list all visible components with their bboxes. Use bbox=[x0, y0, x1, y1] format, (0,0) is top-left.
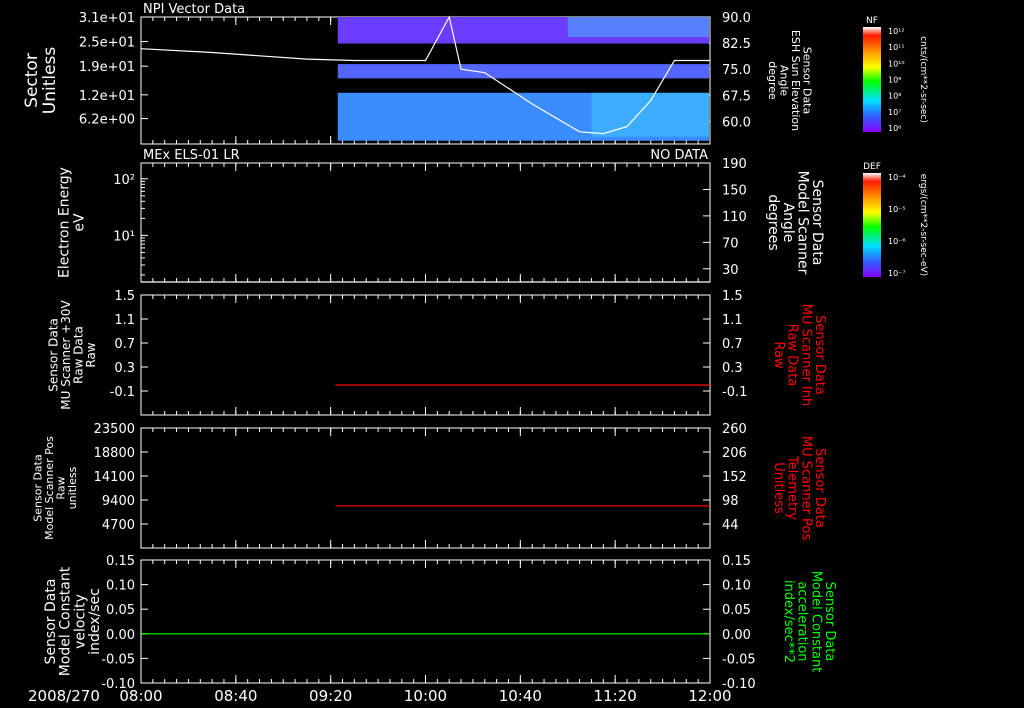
colorbar-1-title: NF bbox=[866, 16, 878, 26]
panel-5-left-tick-label: 0.05 bbox=[106, 603, 135, 618]
panel-1-right-tick-label: 67.5 bbox=[722, 89, 751, 104]
panel-4-right-tick-label: 152 bbox=[722, 470, 747, 485]
colorbar-1-tick-label: 10⁶ bbox=[888, 124, 901, 133]
panel-4-right-tick-label: 98 bbox=[722, 494, 739, 509]
panel-5-left-tick-label: 0.10 bbox=[106, 579, 135, 594]
panel-5-right-tick-label: 0.00 bbox=[722, 628, 751, 643]
panel-2-status: NO DATA bbox=[650, 148, 708, 163]
colorbar-2-tick-label: 10⁻⁵ bbox=[888, 205, 906, 214]
panel-1-left-tick-label: 1.2e+01 bbox=[79, 89, 135, 104]
panel-4-left-tick-label: 23500 bbox=[94, 422, 135, 437]
colorbar-2-tick-label: 10⁻⁷ bbox=[888, 269, 906, 278]
panel-5-left-tick-label: 0.15 bbox=[106, 554, 135, 569]
panel-5-right-tick-label: 0.10 bbox=[722, 579, 751, 594]
panel-2-right-axis-label: Sensor DataModel ScannerAngledegrees bbox=[765, 171, 825, 275]
time-tick-label: 10:40 bbox=[499, 687, 542, 705]
panel-1-right-axis-label: Sensor DataESH Sun ElevationAngledegree bbox=[766, 30, 814, 131]
panel-4-right-tick-label: 260 bbox=[722, 422, 747, 437]
panel-2-right-tick-label: 110 bbox=[722, 210, 747, 225]
panel-4-frame bbox=[140, 427, 711, 549]
panel-5-frame bbox=[140, 559, 711, 684]
panel-3-left-axis-label: Sensor DataMU Scanner +30VRaw DataRaw bbox=[46, 300, 98, 410]
colorbar-2-title: DEF bbox=[863, 162, 881, 172]
time-tick-label: 11:20 bbox=[594, 687, 637, 705]
time-tick-label: 09:20 bbox=[309, 687, 352, 705]
date-label: 2008/270 bbox=[28, 687, 100, 705]
panel-3-left-tick-label: 0.7 bbox=[114, 337, 135, 352]
panel-2-right-tick-label: 30 bbox=[722, 263, 739, 278]
panel-3-right-tick-label: 1.5 bbox=[722, 289, 743, 304]
panel-5-right-tick-label: 0.15 bbox=[722, 554, 751, 569]
panel-2-title: MEx ELS-01 LR bbox=[143, 148, 240, 163]
panel-3-right-tick-label: 1.1 bbox=[722, 313, 743, 328]
panel-1-title: NPI Vector Data bbox=[143, 2, 245, 17]
panel-2-right-tick-label: 190 bbox=[722, 157, 747, 172]
heatmap-band bbox=[337, 78, 709, 93]
colorbar-2-units: ergs/(cm**2-sr-sec-eV) bbox=[918, 174, 928, 276]
panel-3-right-tick-label: -0.1 bbox=[722, 385, 747, 400]
panel-5-left-tick-label: -0.05 bbox=[101, 652, 135, 667]
panel-1-left-tick-label: 1.9e+01 bbox=[79, 60, 135, 75]
time-tick-label: 12:00 bbox=[688, 687, 731, 705]
panel-4-left-tick-label: 18800 bbox=[94, 446, 135, 461]
panel-1-left-axis-label: SectorUnitless bbox=[22, 47, 60, 115]
time-tick-label: 10:00 bbox=[404, 687, 447, 705]
panel-3-right-axis-label: Sensor DataMU Scanner InhRaw DataRaw bbox=[771, 304, 827, 407]
panel-3-right-tick-label: 0.7 bbox=[722, 337, 743, 352]
heatmap-streak bbox=[591, 92, 709, 137]
time-tick-label: 08:40 bbox=[214, 687, 257, 705]
panel-2-left-axis-label: Electron EnergyeV bbox=[57, 167, 88, 278]
panel-4-left-tick-label: 9400 bbox=[102, 494, 135, 509]
panel-1-right-tick-label: 60.0 bbox=[722, 115, 751, 130]
colorbar-2-tick-label: 10⁻⁴ bbox=[888, 173, 906, 182]
colorbar-1-tick-label: 10¹² bbox=[888, 27, 905, 36]
multi-panel-time-series-plot: 3.1e+01 2.5e+01 1.9e+01 1.2e+01 6.2e+00 90.0 8… bbox=[22, 2, 928, 705]
panel-3-left-tick-label: 0.3 bbox=[114, 361, 135, 376]
panel-4-right-tick-label: 206 bbox=[722, 446, 747, 461]
panel-2-frame bbox=[140, 162, 711, 283]
panel-1-left-tick-label: 3.1e+01 bbox=[79, 11, 135, 26]
panel-3-left-tick-label: 1.1 bbox=[114, 313, 135, 328]
colorbar-2-scale bbox=[863, 173, 881, 277]
panel-4-right-axis-label: Sensor DataMU Scanner PosTelemetryUnitle… bbox=[771, 436, 827, 541]
colorbar-1-scale bbox=[863, 27, 881, 132]
panel-4-left-tick-label: 14100 bbox=[94, 470, 135, 485]
panel-1-left-tick-label: 2.5e+01 bbox=[79, 36, 135, 51]
panel-5-right-tick-label: 0.05 bbox=[722, 603, 751, 618]
panel-1-right-tick-label: 82.5 bbox=[722, 37, 751, 52]
panel-5-left-tick-label: 0.00 bbox=[106, 628, 135, 643]
panel-4-left-axis-label: Sensor DataModel Scanner PosRawunitless bbox=[32, 436, 80, 540]
colorbar-1-tick-label: 10¹¹ bbox=[888, 43, 905, 52]
colorbar-1-tick-label: 10⁹ bbox=[888, 76, 901, 85]
panel-1-right-tick-label: 90.0 bbox=[722, 11, 751, 26]
panel-4-left-tick-label: 4700 bbox=[102, 518, 135, 533]
colorbar-1-tick-label: 10¹⁰ bbox=[888, 59, 905, 68]
panel-3-left-tick-label: -0.1 bbox=[110, 385, 135, 400]
time-tick-label: 08:00 bbox=[119, 687, 162, 705]
heatmap-streak bbox=[567, 17, 709, 37]
panel-5-left-axis-label: Sensor DataModel Constantvelocityindex/s… bbox=[43, 566, 103, 676]
panel-5-right-tick-label: -0.05 bbox=[722, 652, 756, 667]
panel-1-left-tick-label: 6.2e+00 bbox=[79, 113, 135, 128]
colorbar-1-tick-label: 10⁸ bbox=[888, 92, 901, 101]
panel-2-right-tick-label: 70 bbox=[722, 236, 739, 251]
colorbar-1-tick-label: 10⁷ bbox=[888, 108, 901, 117]
panel-2-left-tick-label: 10¹ bbox=[113, 229, 135, 244]
colorbar-1-units: cnts/(cm**2-sr-sec) bbox=[918, 36, 928, 123]
heatmap-band bbox=[337, 64, 709, 79]
panel-3-left-tick-label: 1.5 bbox=[114, 289, 135, 304]
colorbar-2-tick-label: 10⁻⁶ bbox=[888, 237, 906, 246]
panel-1-right-tick-label: 75.0 bbox=[722, 63, 751, 78]
panel-3-right-tick-label: 0.3 bbox=[722, 361, 743, 376]
panel-4-right-tick-label: 44 bbox=[722, 518, 739, 533]
panel-2-left-tick-label: 10² bbox=[113, 173, 135, 188]
panel-5-right-axis-label: Sensor DataModel Constantaccelerationind… bbox=[781, 571, 837, 673]
panel-2-right-tick-label: 150 bbox=[722, 183, 747, 198]
panel-3-frame bbox=[140, 294, 711, 416]
